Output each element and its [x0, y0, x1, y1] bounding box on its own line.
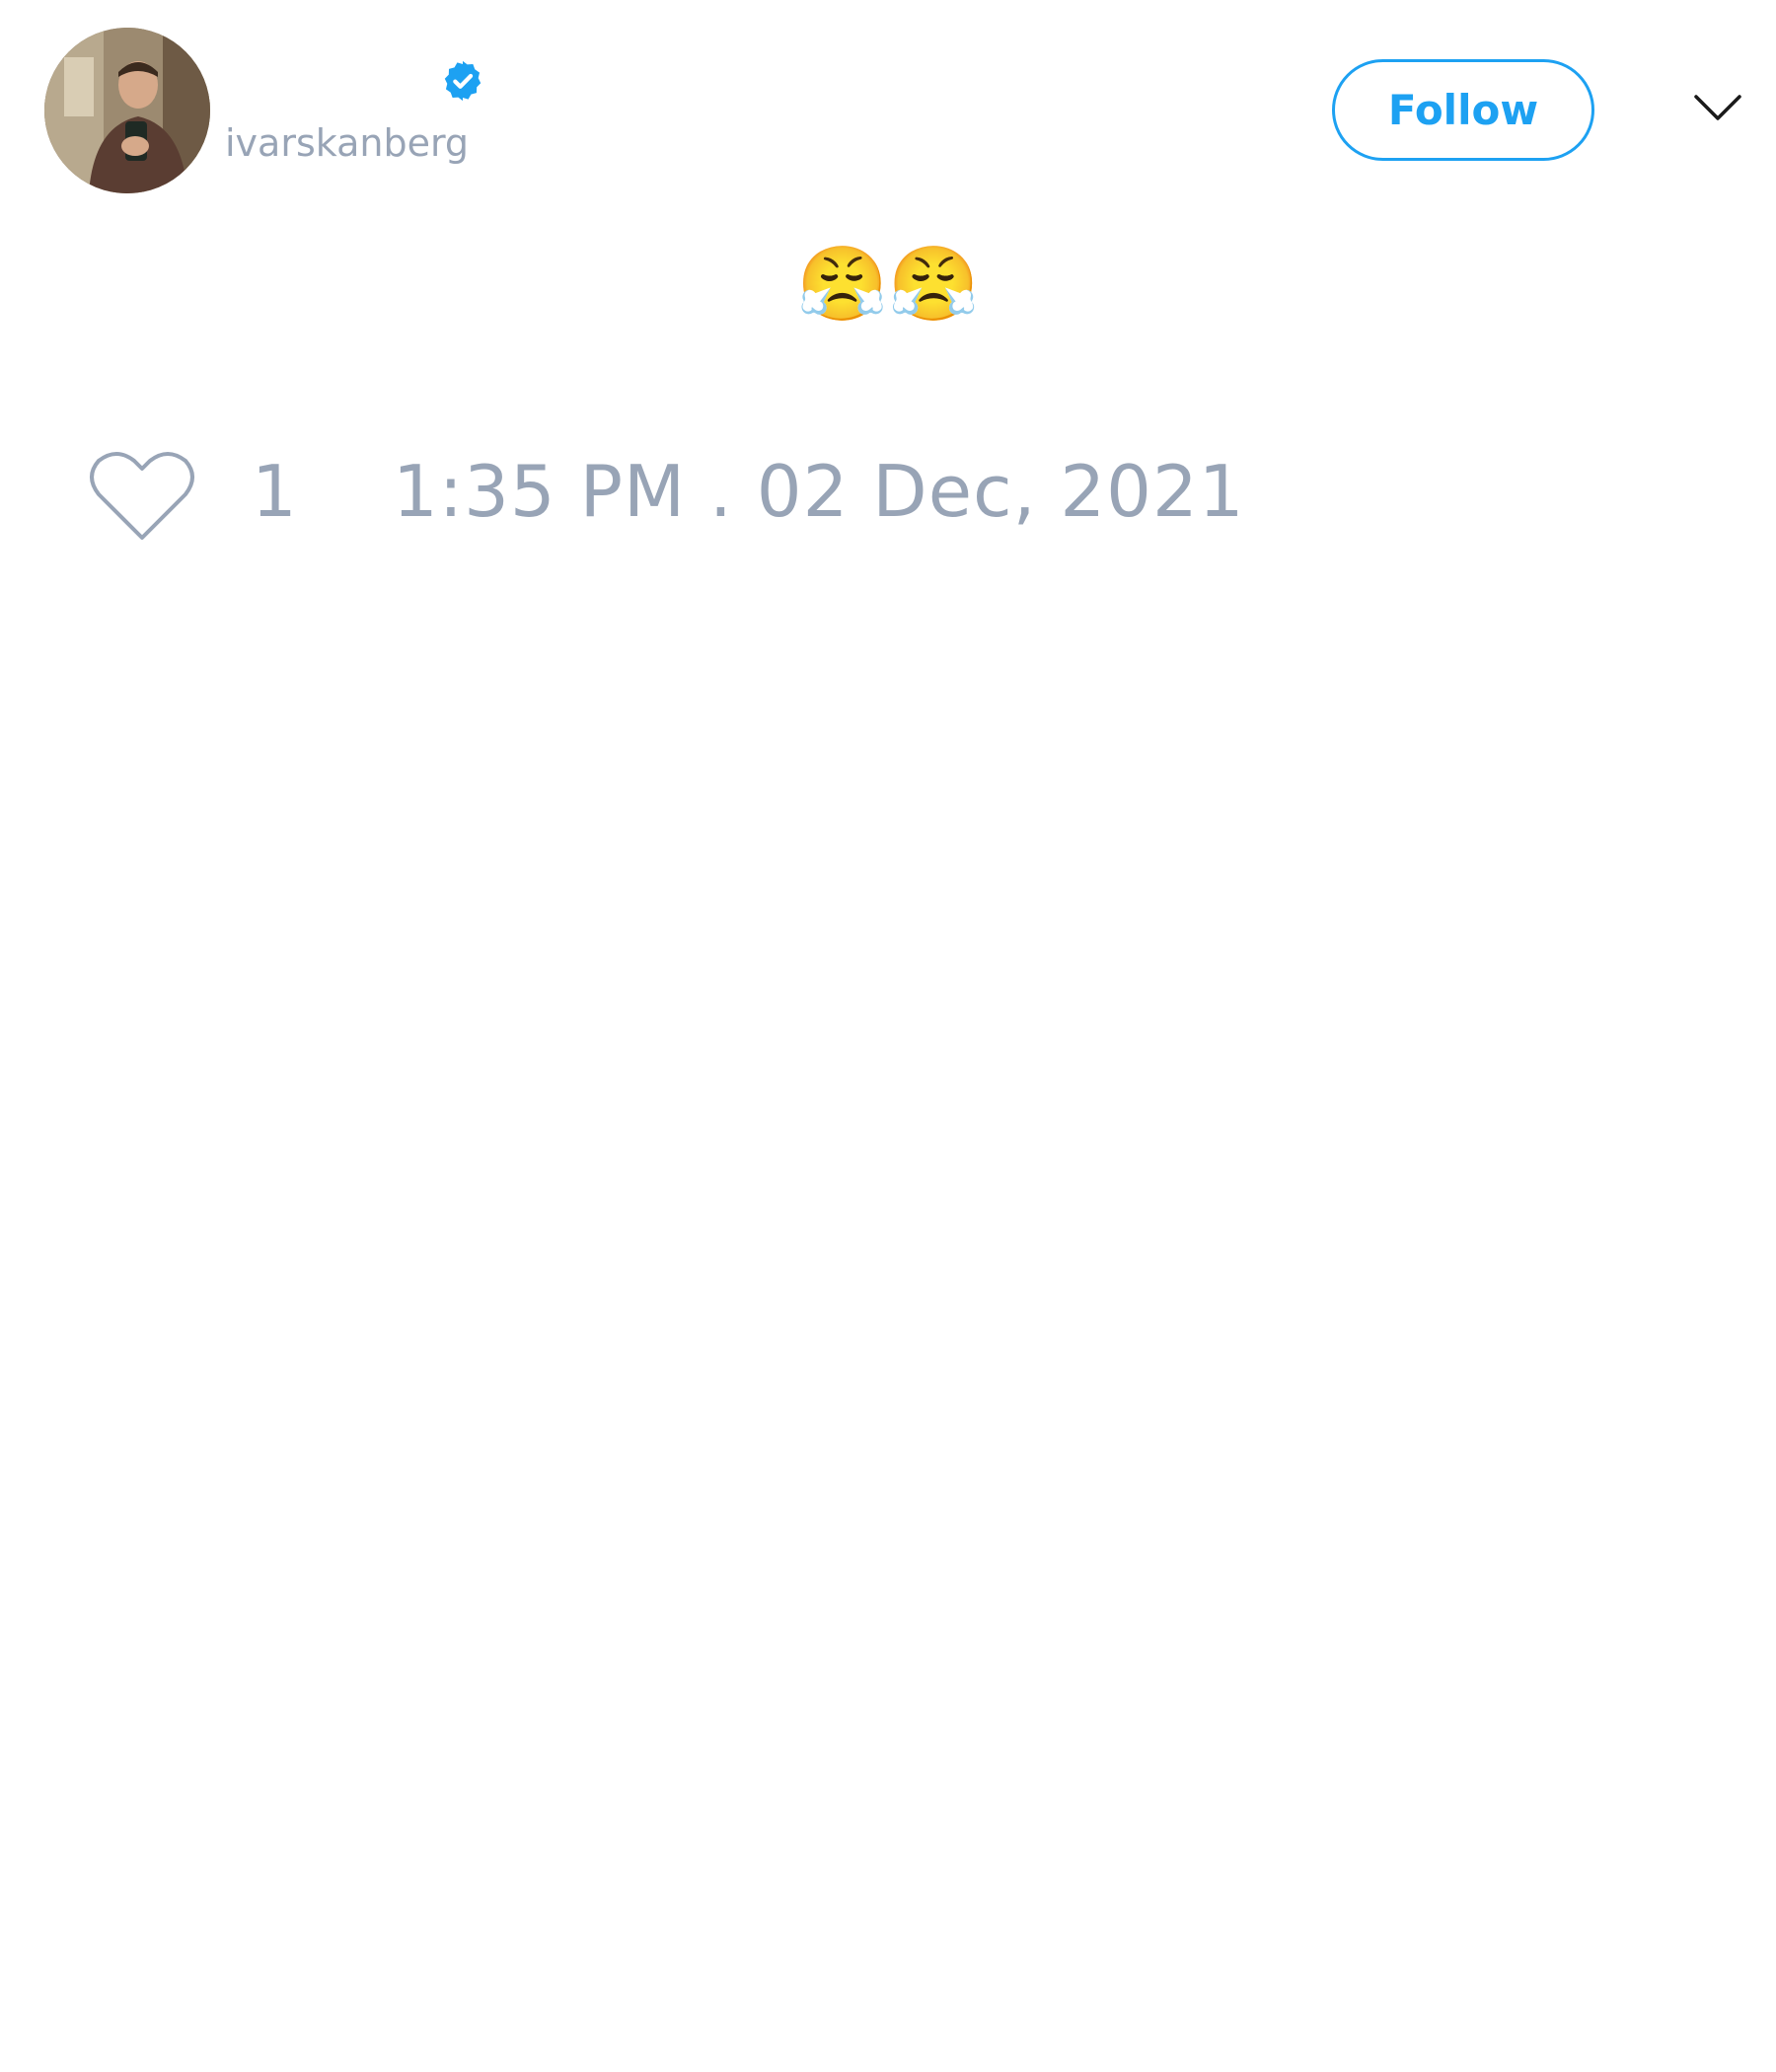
follow-button[interactable]: Follow [1332, 59, 1594, 161]
avatar-image [44, 28, 210, 193]
author-handle[interactable]: ivarskanberg [225, 124, 469, 162]
avatar[interactable] [44, 28, 210, 193]
chevron-down-icon[interactable] [1693, 91, 1742, 124]
heart-outline-icon[interactable] [89, 449, 195, 544]
like-count: 1 [252, 450, 297, 533]
verified-badge-icon [444, 60, 481, 102]
tweet-text: 😤😤 [796, 242, 980, 327]
tweet-timestamp[interactable]: 1:35 PM . 02 Dec, 2021 [393, 456, 1245, 527]
